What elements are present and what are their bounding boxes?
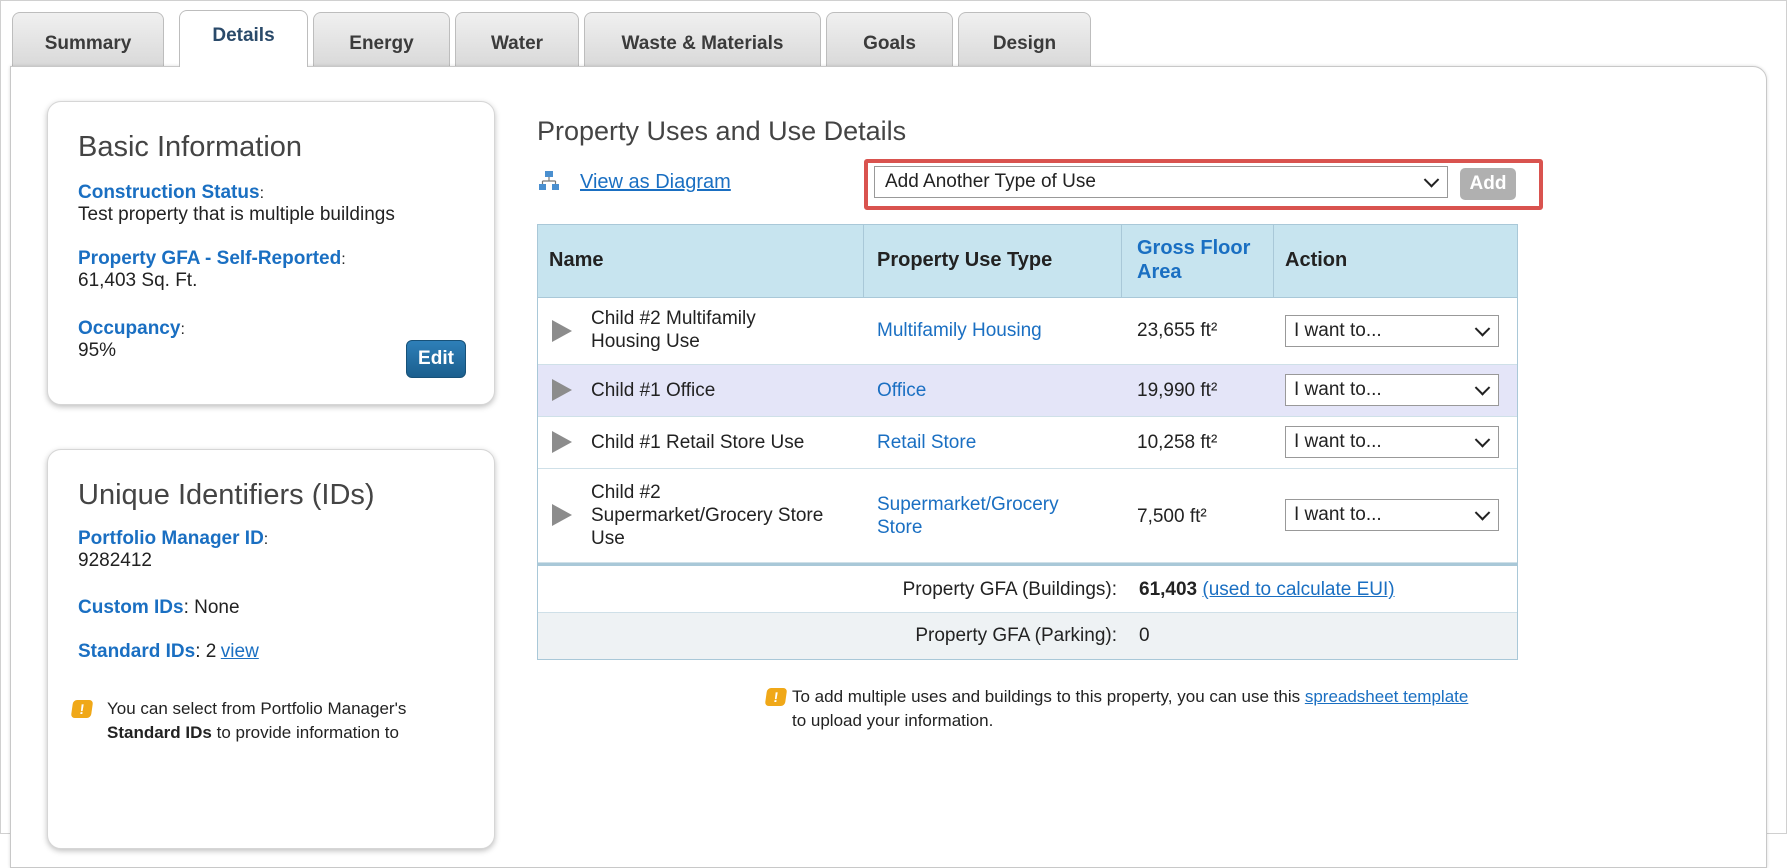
spreadsheet-note-text: To add multiple uses and buildings to th…	[792, 687, 1301, 706]
portfolio-manager-id-label: Portfolio Manager ID	[78, 528, 264, 549]
standard-ids-view-link[interactable]: view	[221, 641, 259, 662]
portfolio-manager-id-value: 9282412	[78, 550, 152, 571]
custom-ids-value: None	[194, 597, 240, 618]
property-gfa-label: Property GFA - Self-Reported	[78, 248, 342, 269]
gfa-parking-row: Property GFA (Parking): 0	[538, 613, 1517, 659]
use-gfa: 19,990 ft²	[1137, 380, 1218, 401]
use-type-link[interactable]: Supermarket/Grocery Store	[877, 493, 1059, 539]
use-gfa: 10,258 ft²	[1137, 432, 1218, 453]
action-select[interactable]: I want to...	[1285, 426, 1499, 458]
occupancy-value: 95%	[78, 340, 117, 361]
edit-button[interactable]: Edit	[406, 340, 466, 378]
view-as-diagram-link[interactable]: View as Diagram	[580, 171, 731, 194]
spreadsheet-note-line2: to upload your information.	[792, 711, 994, 730]
use-type-link[interactable]: Office	[877, 379, 926, 402]
chevron-down-icon	[1474, 505, 1491, 521]
gfa-parking-label: Property GFA (Parking):	[915, 625, 1117, 646]
basic-information-title: Basic Information	[78, 131, 303, 163]
add-button[interactable]: Add	[1460, 168, 1516, 200]
portfolio-manager-id-field: Portfolio Manager ID: 9282412	[78, 528, 269, 571]
add-use-type-select[interactable]: Add Another Type of Use	[874, 166, 1448, 198]
action-select-value: I want to...	[1294, 379, 1382, 400]
gfa-buildings-row: Property GFA (Buildings): 61,403 (used t…	[538, 566, 1517, 613]
use-name: Child #2 Multifamily Housing Use	[591, 308, 756, 352]
use-name: Child #1 Office	[591, 380, 716, 401]
action-select[interactable]: I want to...	[1285, 374, 1499, 406]
property-gfa-field: Property GFA - Self-Reported: 61,403 Sq.…	[78, 248, 346, 291]
action-select[interactable]: I want to...	[1285, 315, 1499, 347]
gfa-buildings-value: 61,403	[1139, 579, 1198, 600]
expand-triangle-icon[interactable]	[552, 504, 572, 526]
spreadsheet-template-link[interactable]: spreadsheet template	[1305, 687, 1469, 706]
unique-identifiers-card: Unique Identifiers (IDs) Portfolio Manag…	[47, 449, 495, 849]
column-header-action: Action	[1285, 249, 1348, 271]
construction-status-label: Construction Status	[78, 182, 260, 203]
column-header-name: Name	[549, 249, 604, 271]
action-select-value: I want to...	[1294, 504, 1382, 525]
standard-ids-label: Standard IDs	[78, 641, 196, 662]
construction-status-field: Construction Status: Test property that …	[78, 182, 395, 225]
use-gfa: 23,655 ft²	[1137, 320, 1218, 341]
use-name: Child #2 Supermarket/Grocery Store Use	[591, 482, 824, 549]
occupancy-label: Occupancy	[78, 318, 181, 339]
diagram-icon[interactable]	[538, 170, 560, 192]
standard-ids-value: 2	[205, 641, 217, 662]
column-header-gross-floor-area[interactable]: Gross Floor Area	[1137, 236, 1250, 284]
use-name: Child #1 Retail Store Use	[591, 432, 805, 453]
property-uses-title: Property Uses and Use Details	[537, 116, 907, 146]
info-icon: !	[70, 700, 94, 718]
column-header-property-use-type: Property Use Type	[877, 249, 1053, 271]
gfa-buildings-label: Property GFA (Buildings):	[902, 579, 1117, 600]
use-type-link[interactable]: Retail Store	[877, 431, 976, 454]
use-type-link[interactable]: Multifamily Housing	[877, 319, 1042, 342]
table-header: Name Property Use Type Gross Floor Area …	[538, 225, 1517, 298]
action-select-value: I want to...	[1294, 431, 1382, 452]
gfa-parking-value: 0	[1139, 625, 1150, 646]
table-row[interactable]: Child #1 Retail Store Use Retail Store 1…	[538, 417, 1517, 469]
use-gfa: 7,500 ft²	[1137, 506, 1207, 527]
spreadsheet-note: ! To add multiple uses and buildings to …	[764, 685, 1469, 733]
table-row[interactable]: Child #1 Office Office 19,990 ft² I want…	[538, 365, 1517, 417]
custom-ids-label: Custom IDs	[78, 597, 184, 618]
chevron-down-icon	[1474, 321, 1491, 337]
expand-triangle-icon[interactable]	[552, 431, 572, 453]
custom-ids-field: Custom IDs: None	[78, 597, 240, 618]
info-icon: !	[764, 688, 788, 706]
chevron-down-icon	[1474, 380, 1491, 396]
standard-ids-note-line2: to provide information to	[216, 723, 399, 742]
property-uses-table: Name Property Use Type Gross Floor Area …	[537, 224, 1518, 660]
construction-status-value: Test property that is multiple buildings	[78, 204, 395, 225]
page-content: Basic Information Construction Status: T…	[0, 0, 1787, 849]
expand-triangle-icon[interactable]	[552, 379, 572, 401]
standard-ids-note-bold: Standard IDs	[107, 723, 212, 742]
expand-triangle-icon[interactable]	[552, 320, 572, 342]
unique-identifiers-title: Unique Identifiers (IDs)	[78, 479, 375, 511]
action-select[interactable]: I want to...	[1285, 499, 1499, 531]
used-to-calculate-eui-link[interactable]: (used to calculate EUI)	[1202, 579, 1394, 600]
occupancy-field: Occupancy: 95%	[78, 318, 185, 361]
table-row[interactable]: Child #2 Multifamily Housing Use Multifam…	[538, 298, 1517, 365]
table-row[interactable]: Child #2 Supermarket/Grocery Store Use Sup…	[538, 469, 1517, 563]
standard-ids-field: Standard IDs: 2 view	[78, 641, 259, 662]
add-use-type-value: Add Another Type of Use	[885, 171, 1096, 192]
chevron-down-icon	[1423, 172, 1440, 188]
chevron-down-icon	[1474, 432, 1491, 448]
standard-ids-note: ! You can select from Portfolio Manager'…	[70, 697, 407, 745]
property-gfa-value: 61,403 Sq. Ft.	[78, 270, 198, 291]
action-select-value: I want to...	[1294, 320, 1382, 341]
standard-ids-note-line1: You can select from Portfolio Manager's	[107, 699, 407, 718]
basic-information-card: Basic Information Construction Status: T…	[47, 101, 495, 405]
